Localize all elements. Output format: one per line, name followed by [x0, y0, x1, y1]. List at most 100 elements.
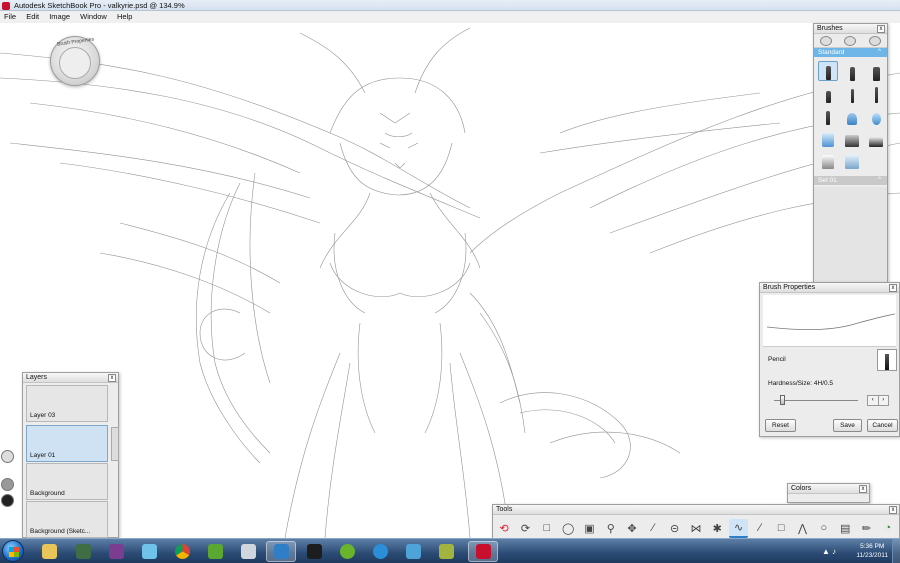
undo-icon[interactable]: ⟲ [495, 519, 513, 538]
stepper-left-icon[interactable]: ‹ [868, 396, 878, 405]
ballpoint-icon[interactable] [842, 83, 862, 103]
collapse-icon[interactable]: ^ [878, 48, 881, 57]
brush-properties-puck[interactable]: Brush Properties [50, 36, 100, 86]
brush-properties-close-button[interactable]: x [889, 284, 897, 292]
save-button[interactable]: Save [833, 419, 862, 432]
lasso-icon[interactable]: ◯ [559, 519, 577, 538]
layer-item[interactable]: Layer 01 [26, 425, 108, 462]
ruler-icon[interactable]: ∕ [644, 519, 662, 538]
monitor-icon[interactable] [68, 541, 98, 562]
dice-game-icon[interactable] [134, 541, 164, 562]
redo-icon[interactable]: ⟳ [516, 519, 534, 538]
curve-icon[interactable]: ∿ [729, 518, 748, 538]
brush-set-standard[interactable]: Standard ^ [814, 48, 887, 57]
colors-header[interactable]: Colors x [788, 484, 869, 494]
people-icon[interactable] [200, 541, 230, 562]
title-bar: Autodesk SketchBook Pro - valkyrie.psd @… [0, 0, 900, 11]
stroke-preview-line [766, 313, 896, 331]
brushes-header[interactable]: Brushes x [814, 24, 887, 34]
brush-pen-icon[interactable] [818, 105, 838, 125]
layer-item[interactable]: Layer 03 [26, 385, 108, 422]
menu-window[interactable]: Window [76, 11, 111, 23]
fine-pen-icon[interactable] [866, 83, 886, 103]
layer-options-icon[interactable] [111, 427, 119, 461]
layer-item[interactable]: Background (Sketc... [26, 501, 108, 538]
display-icon[interactable] [266, 541, 296, 562]
collapse-icon[interactable]: ^ [878, 176, 881, 185]
marker-icon[interactable] [866, 61, 886, 81]
volume-icon[interactable]: ♪ [832, 547, 836, 556]
line-icon[interactable]: ∕ [751, 519, 769, 538]
tools-header[interactable]: Tools x [493, 505, 899, 515]
layer-item[interactable]: Background [26, 463, 108, 500]
menu-image[interactable]: Image [45, 11, 74, 23]
eraser-hard-icon[interactable] [866, 127, 886, 147]
utorrent-icon[interactable] [332, 541, 362, 562]
pencil-icon[interactable] [818, 61, 838, 81]
book-icon[interactable] [299, 541, 329, 562]
hardness-slider[interactable] [774, 400, 858, 401]
rectangle-icon[interactable]: □ [772, 519, 790, 538]
zoom-icon[interactable]: ⚲ [602, 519, 620, 538]
layers-close-button[interactable]: x [108, 374, 116, 382]
colors-close-button[interactable]: x [859, 485, 867, 493]
circle-icon[interactable]: ○ [815, 519, 833, 538]
chrome-icon[interactable] [167, 541, 197, 562]
hardness-slider-knob[interactable] [780, 395, 786, 405]
brush-library-icon[interactable] [820, 35, 833, 46]
brushes-close-button[interactable]: x [877, 25, 885, 33]
stepper-right-icon[interactable]: › [877, 396, 889, 405]
triangle-brush-icon[interactable] [818, 127, 838, 147]
menu-file[interactable]: File [0, 11, 20, 23]
polyline-icon[interactable]: ⋀ [793, 519, 811, 538]
color-puck-icon[interactable] [1, 478, 14, 491]
brush-color-icon[interactable] [1, 494, 14, 507]
brush-settings-icon[interactable] [868, 35, 881, 46]
smudge-icon[interactable] [842, 127, 862, 147]
symmetry-y-icon[interactable]: ✱ [708, 519, 726, 538]
layers-header[interactable]: Layers x [23, 373, 118, 383]
sketchbook-icon[interactable] [468, 541, 498, 562]
ellipse-guide-icon[interactable]: ⊝ [666, 519, 684, 538]
color-wheel-icon[interactable]: ◔ [879, 519, 897, 538]
controller-icon[interactable] [431, 541, 461, 562]
airbrush-icon[interactable] [842, 105, 862, 125]
hardness-stepper[interactable]: ‹ › [867, 395, 889, 406]
brush-preview-pencil-icon[interactable] [877, 349, 897, 371]
brush-icon[interactable]: ✏ [857, 519, 875, 538]
menu-bar: File Edit Image Window Help [0, 11, 900, 23]
water-drop-icon[interactable] [866, 105, 886, 125]
steam-icon[interactable] [233, 541, 263, 562]
puck-center[interactable] [59, 47, 91, 79]
layer-name: Background (Sketc... [30, 528, 91, 535]
blender-icon[interactable] [842, 149, 862, 169]
menu-edit[interactable]: Edit [22, 11, 43, 23]
brush-properties-title: Brush Properties [763, 284, 816, 291]
move-icon[interactable]: ✥ [623, 519, 641, 538]
felt-pen-icon[interactable] [818, 83, 838, 103]
drawing-canvas[interactable] [0, 23, 900, 539]
clock[interactable]: 5:36 PM 11/23/2011 [856, 542, 888, 560]
file-explorer-icon[interactable] [34, 541, 64, 562]
start-button[interactable] [2, 540, 24, 562]
dock-toggle-icon[interactable] [1, 450, 14, 463]
show-desktop-button[interactable] [892, 539, 900, 563]
brush-properties-header[interactable]: Brush Properties x [760, 283, 899, 293]
reset-button[interactable]: Reset [765, 419, 796, 432]
cancel-button[interactable]: Cancel [867, 419, 898, 432]
tools-close-button[interactable]: x [889, 506, 897, 514]
itunes-icon[interactable] [365, 541, 395, 562]
text-icon[interactable]: ▤ [836, 519, 854, 538]
crop-icon[interactable]: ▣ [580, 519, 598, 538]
layer-name: Layer 03 [30, 412, 56, 419]
photos-icon[interactable] [398, 541, 428, 562]
paint-bucket-icon[interactable] [818, 149, 838, 169]
symmetry-x-icon[interactable]: ⋈ [687, 519, 705, 538]
brush-set-01[interactable]: Set 01 ^ [814, 176, 887, 185]
winrar-icon[interactable] [101, 541, 131, 562]
brush-sets-icon[interactable] [844, 35, 857, 46]
rect-select-icon[interactable]: □ [538, 519, 556, 538]
menu-help[interactable]: Help [113, 11, 136, 23]
ink-pen-icon[interactable] [842, 61, 862, 81]
tray-chevron-icon[interactable]: ▲ [822, 547, 830, 556]
